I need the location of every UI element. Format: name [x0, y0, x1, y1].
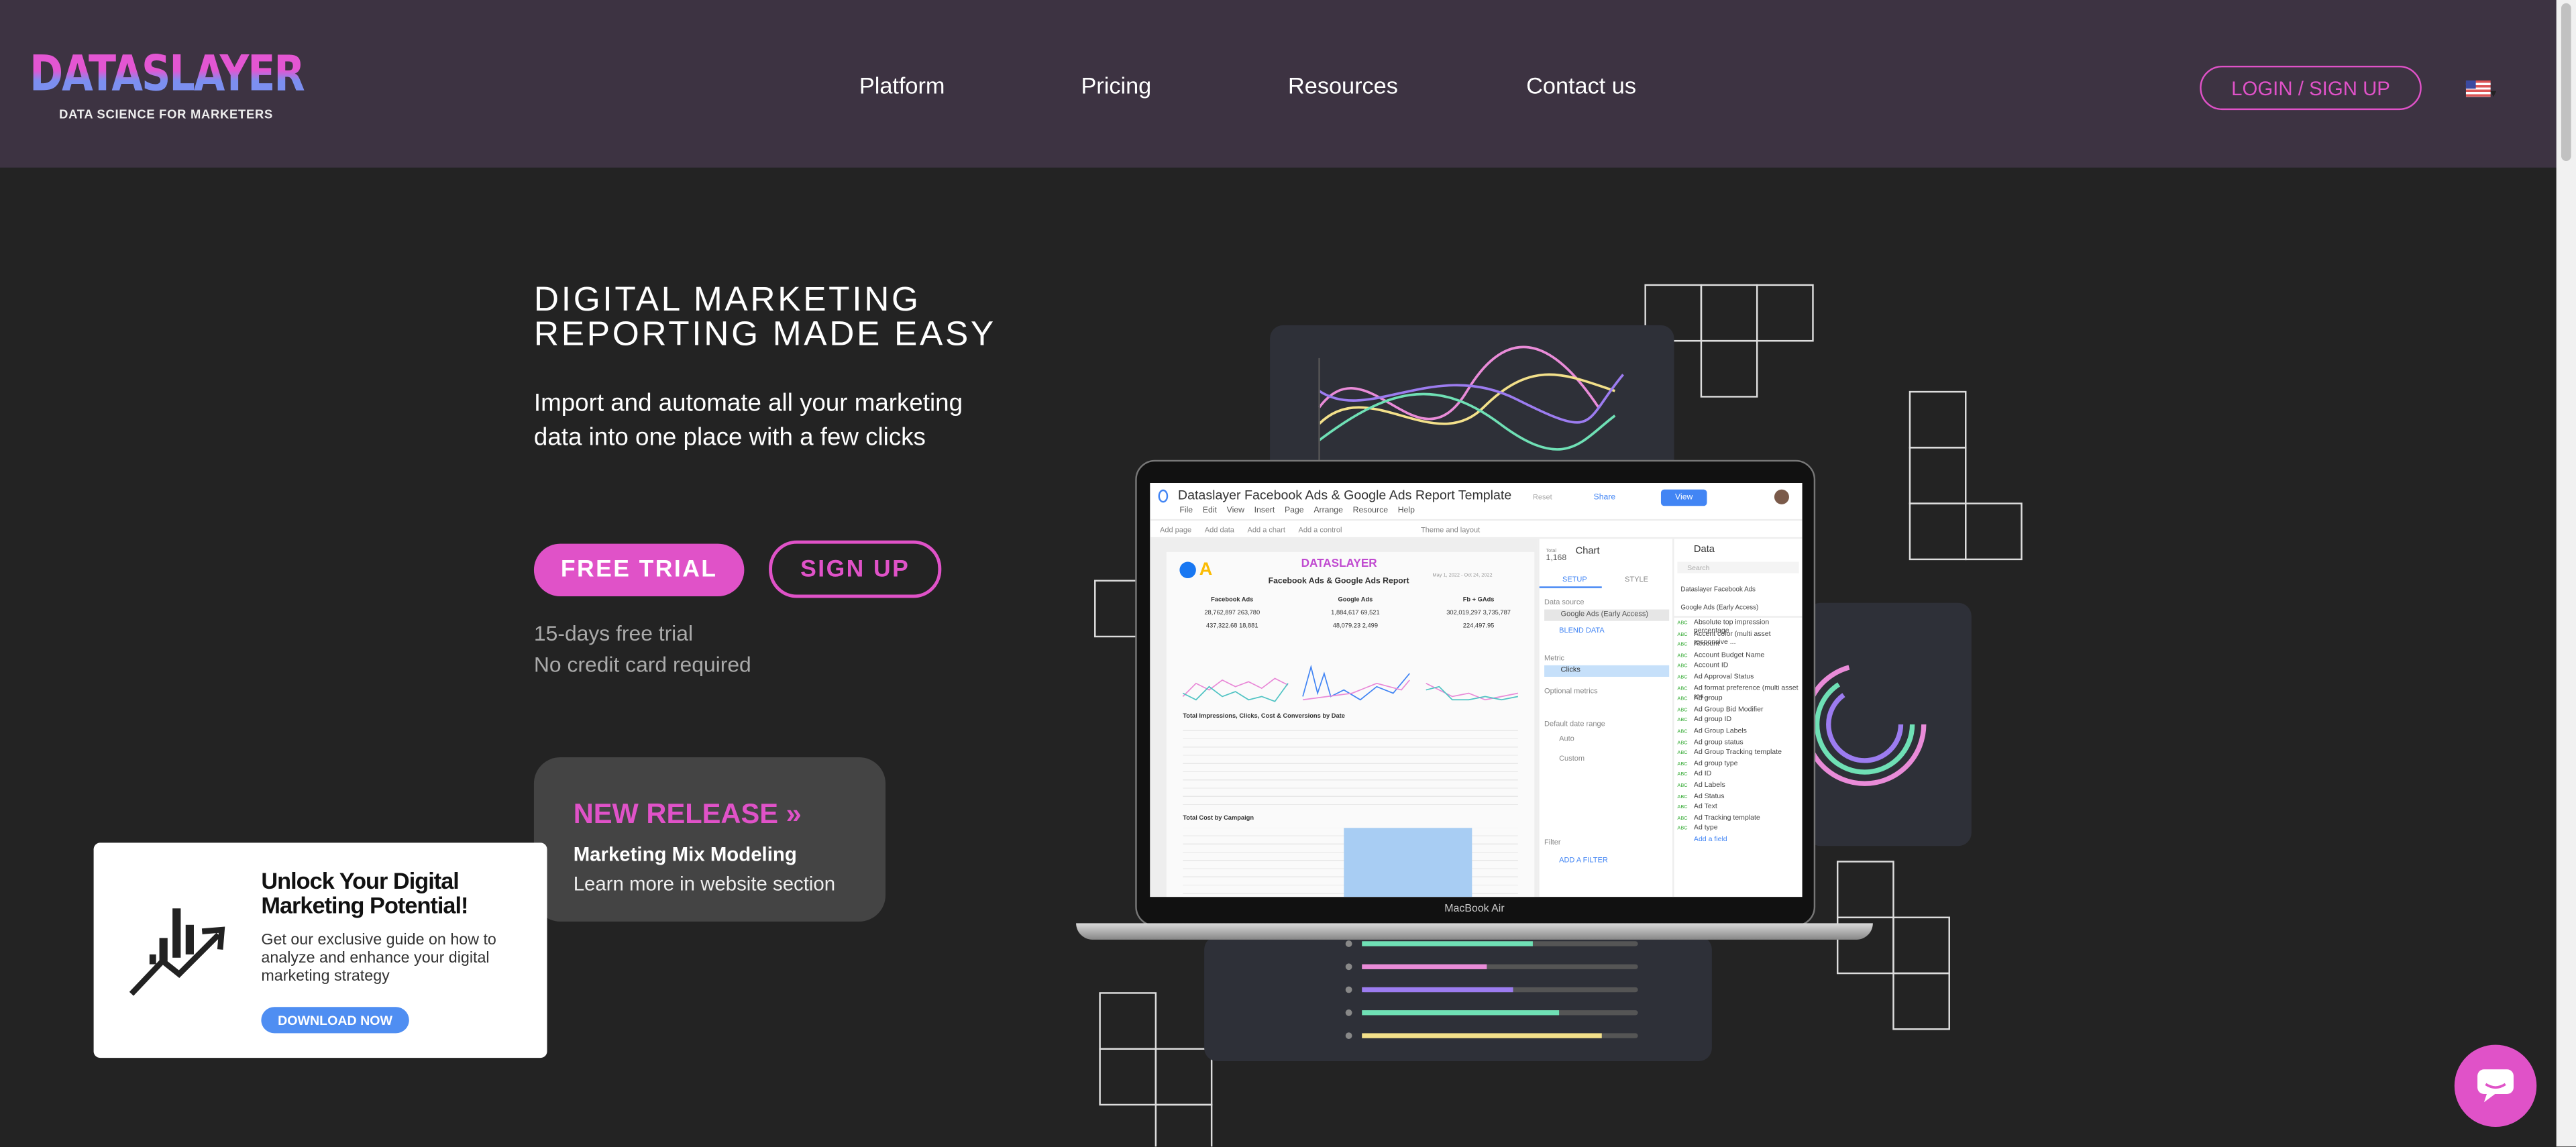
chat-button[interactable] — [2454, 1044, 2537, 1128]
page: DATASLAYER DATA SCIENCE FOR MARKETERS Pl… — [0, 0, 2576, 1147]
facebook-icon — [1179, 561, 1196, 579]
report-date: May 1, 2022 - Oct 24, 2022 — [1432, 571, 1493, 579]
hero-lead: Import and automate all your marketing d… — [533, 389, 963, 451]
sparklines — [1182, 664, 1519, 702]
data-field-item: Accent color (multi asset responsive ... — [1674, 629, 1803, 645]
report-title: Dataslayer Facebook Ads & Google Ads Rep… — [1177, 488, 1512, 503]
report-logo: DATASLAYER — [1301, 558, 1377, 570]
data-fields-panel: Data Search Dataslayer Facebook Ads Goog… — [1672, 539, 1803, 897]
nav-platform[interactable]: Platform — [859, 72, 945, 99]
data-field-item: Ad group — [1674, 694, 1803, 704]
data-field-item: Ad format preference (multi asset res... — [1674, 683, 1803, 699]
ring-arcs — [1803, 663, 1927, 786]
credit-card-note: No credit card required — [533, 652, 751, 677]
date-table — [1183, 722, 1518, 806]
data-field-item: Account ID — [1674, 661, 1803, 671]
campaign-table — [1183, 828, 1518, 897]
data-field-item: Ad Labels — [1674, 780, 1803, 791]
chart-properties-panel: Total 1,168 Chart SETUP STYLE Data sourc… — [1538, 539, 1672, 897]
promo-title: Unlock Your Digital Marketing Potential! — [261, 867, 468, 918]
chat-bubble-icon — [2477, 1069, 2514, 1103]
hero-title: DIGITAL MARKETING REPORTING MADE EASY — [533, 280, 996, 353]
bars-card — [1204, 936, 1712, 1062]
google-ads-icon: A — [1199, 560, 1213, 580]
dashboard-screenshot: Dataslayer Facebook Ads & Google Ads Rep… — [1150, 483, 1803, 897]
promo-desc: Get our exclusive guide on how to analyz… — [261, 931, 496, 986]
data-field-item: Ad type — [1674, 824, 1803, 834]
nav-pricing[interactable]: Pricing — [1081, 72, 1151, 99]
chevron-down-icon[interactable]: ▾ — [2491, 87, 2497, 100]
data-field-item: Ad Approval Status — [1674, 672, 1803, 683]
site-header: DATASLAYER DATA SCIENCE FOR MARKETERS Pl… — [0, 0, 2557, 168]
free-trial-button[interactable]: FREE TRIAL — [533, 543, 745, 596]
data-field-item: Ad group status — [1674, 736, 1803, 747]
data-field-item: Account — [1674, 639, 1803, 650]
toolbar: Add page Add data Add a chart Add a control… — [1150, 518, 1803, 539]
field-search: Search — [1677, 561, 1799, 574]
growth-chart-icon — [129, 908, 225, 996]
nav-contact[interactable]: Contact us — [1526, 72, 1636, 99]
release-title[interactable]: NEW RELEASE » — [574, 798, 802, 831]
view-button: View — [1660, 489, 1707, 506]
field-list: Absolute top impression percentageAccent… — [1674, 618, 1803, 834]
data-field-item: Account Budget Name — [1674, 650, 1803, 661]
progress-bars — [1345, 940, 1638, 1039]
avatar — [1774, 489, 1789, 504]
data-field-item: Ad Text — [1674, 802, 1803, 812]
laptop-label: MacBook Air — [1444, 903, 1505, 916]
sign-up-button[interactable]: SIGN UP — [769, 540, 942, 598]
ring-chart-card — [1803, 602, 1972, 846]
share-button: Share — [1593, 492, 1616, 503]
data-field-item: Ad Status — [1674, 791, 1803, 802]
data-field-item: Ad ID — [1674, 769, 1803, 780]
trial-note: 15-days free trial — [533, 620, 694, 646]
table2-title: Total Cost by Campaign — [1183, 814, 1254, 822]
looker-studio-icon — [1158, 489, 1169, 503]
report-heading: Facebook Ads & Google Ads Report — [1268, 576, 1409, 587]
data-field-item: Ad Group Tracking template — [1674, 748, 1803, 759]
us-flag-icon[interactable] — [2465, 80, 2491, 97]
report-canvas: A DATASLAYER Facebook Ads & Google Ads R… — [1166, 551, 1535, 897]
scrollbar-thumb[interactable] — [2561, 3, 2571, 162]
data-field-item: Ad group ID — [1674, 715, 1803, 726]
scorecards: Facebook Ads 28,762,897 263,780 437,322.68… — [1204, 596, 1511, 629]
release-desc: Learn more in website section — [573, 872, 836, 895]
menu-bar: File Edit View Insert Page Arrange Resource Hel… — [1179, 506, 1415, 516]
laptop-base — [1076, 923, 1873, 940]
new-release-card[interactable]: NEW RELEASE » Marketing Mix Modeling Lea… — [533, 757, 886, 922]
download-now-button[interactable]: DOWNLOAD NOW — [261, 1007, 409, 1034]
login-signup-button[interactable]: LOGIN / SIGN UP — [2200, 65, 2422, 111]
data-field-item: Ad Tracking template — [1674, 812, 1803, 823]
data-field-item: Ad group type — [1674, 759, 1803, 769]
logo[interactable]: DATASLAYER — [30, 48, 305, 101]
release-subtitle: Marketing Mix Modeling — [573, 842, 797, 866]
data-field-item: Ad Group Bid Modifier — [1674, 704, 1803, 715]
promo-popup: Unlock Your Digital Marketing Potential!… — [93, 842, 547, 1058]
data-field-item: Absolute top impression percentage — [1674, 618, 1803, 634]
reset-button: Reset — [1532, 492, 1552, 501]
table1-title: Total Impressions, Clicks, Cost & Conver… — [1183, 712, 1345, 720]
data-field-item: Ad Group Labels — [1674, 726, 1803, 736]
nav-resources[interactable]: Resources — [1288, 72, 1398, 99]
scrollbar[interactable] — [2556, 0, 2576, 1147]
logo-tagline: DATA SCIENCE FOR MARKETERS — [59, 107, 273, 122]
